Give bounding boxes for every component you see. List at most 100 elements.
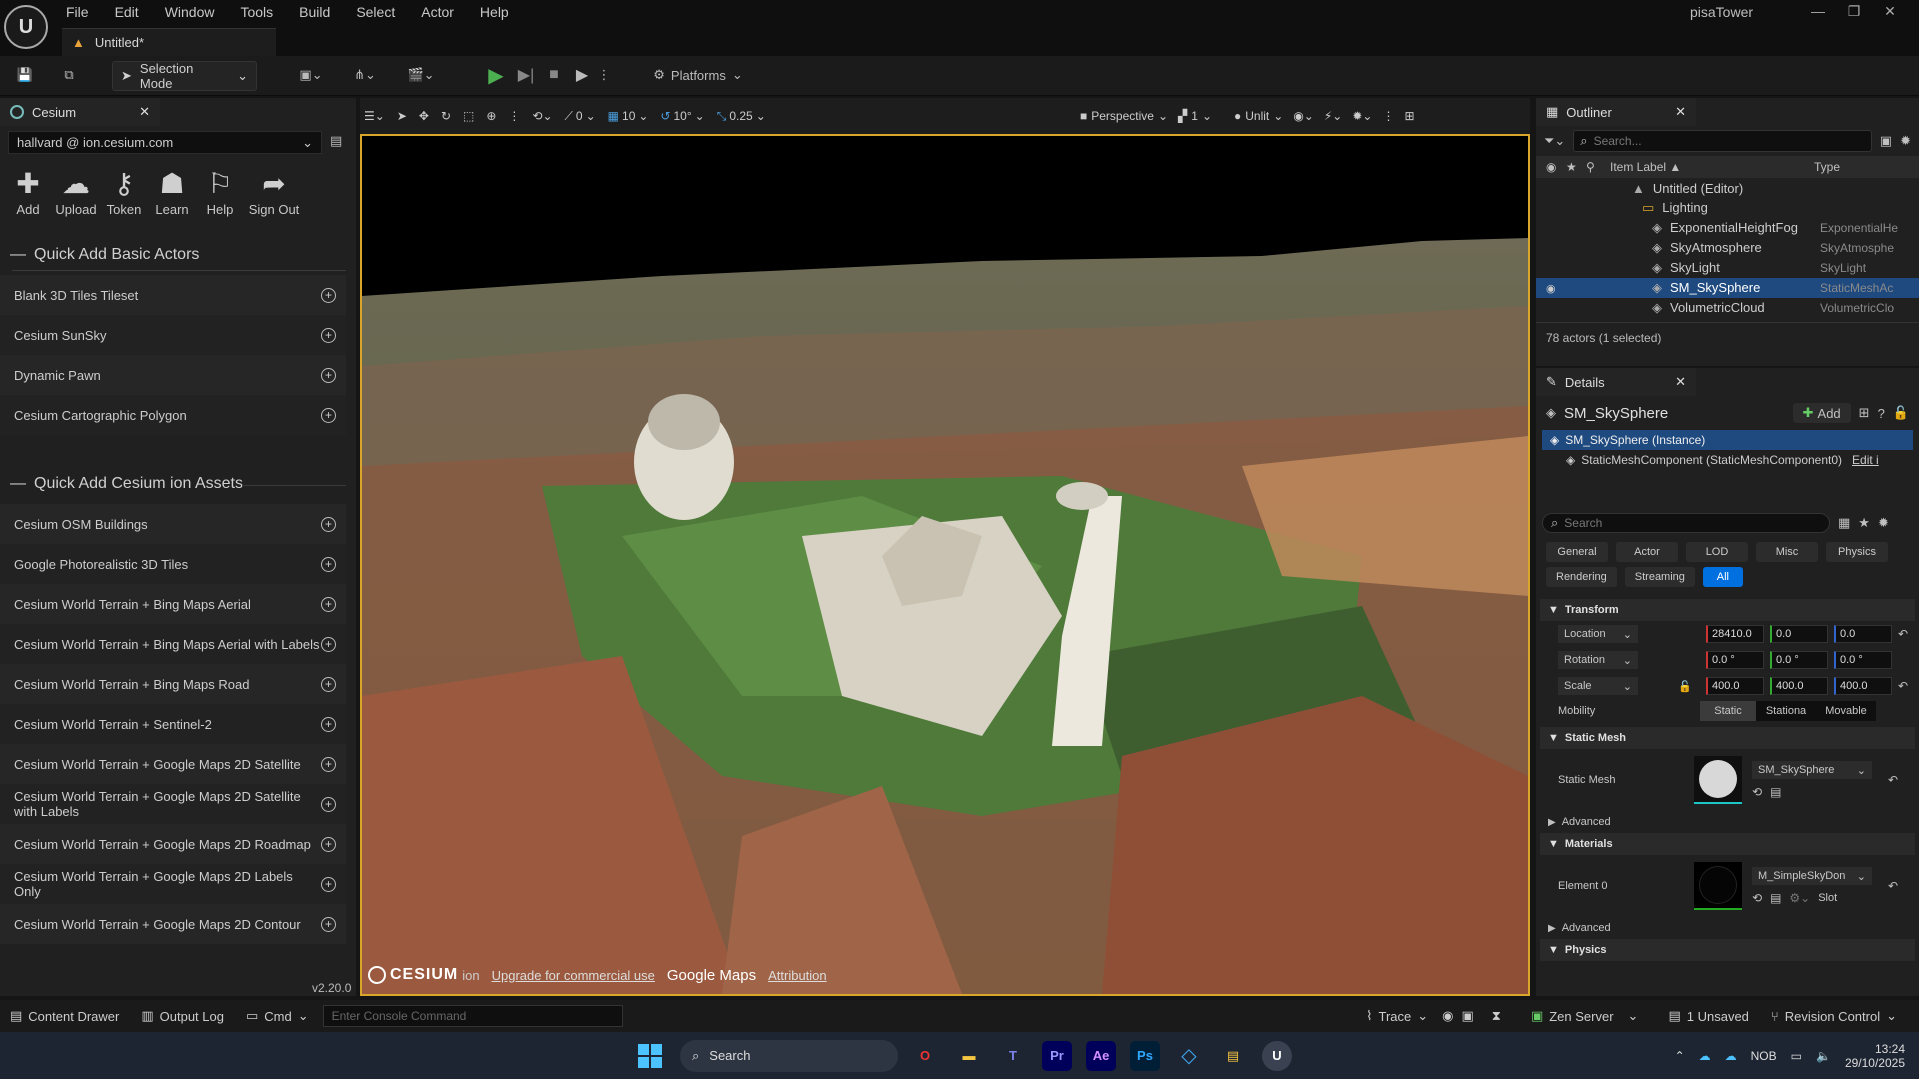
type-header[interactable]: Type bbox=[1814, 160, 1840, 174]
filter-general[interactable]: General bbox=[1546, 542, 1608, 562]
unreal-taskbar-icon[interactable]: U bbox=[1262, 1040, 1292, 1071]
use-selected-icon[interactable]: ⟲ bbox=[1752, 891, 1762, 905]
outliner-row[interactable]: ◈ ExponentialHeightFog ExponentialHe bbox=[1536, 218, 1919, 238]
location-x-field[interactable]: 28410.0 bbox=[1706, 625, 1764, 643]
quick-add-ion-item[interactable]: Cesium World Terrain + Google Maps 2D Sa… bbox=[0, 744, 346, 784]
scale-dropdown[interactable]: Scale ⌄ bbox=[1558, 677, 1638, 695]
add-circle-icon[interactable]: + bbox=[321, 676, 336, 692]
opera-icon[interactable]: O bbox=[910, 1041, 940, 1071]
attribution-link[interactable]: Attribution bbox=[768, 968, 827, 983]
quick-add-basic-item[interactable]: Cesium Cartographic Polygon + bbox=[0, 395, 346, 435]
visibility-icon[interactable]: ◉ bbox=[1546, 160, 1566, 174]
add-button[interactable]: ✚ Add bbox=[4, 166, 52, 217]
clock[interactable]: 13:24 29/10/2025 bbox=[1845, 1042, 1905, 1070]
rotation-y-field[interactable]: 0.0 ° bbox=[1770, 651, 1828, 669]
zen-server-dropdown[interactable]: ▣ Zen Server ⌄ bbox=[1531, 1008, 1639, 1024]
network-icon[interactable]: ▭ bbox=[1791, 1049, 1802, 1063]
advanced-row-2[interactable]: ▶ Advanced bbox=[1540, 917, 1919, 939]
quick-add-ion-item[interactable]: Cesium World Terrain + Sentinel-2 + bbox=[0, 704, 346, 744]
favorite-icon[interactable]: ★ bbox=[1566, 160, 1586, 174]
cinematics-icon[interactable]: 🎬⌄ bbox=[402, 61, 440, 89]
blueprints-icon[interactable]: ⋔⌄ bbox=[346, 61, 384, 89]
add-circle-icon[interactable]: + bbox=[321, 876, 336, 892]
folder-icon[interactable]: ▤ bbox=[330, 133, 342, 149]
notepad-icon[interactable]: ▤ bbox=[1218, 1041, 1248, 1071]
show-flags-icon[interactable]: ◉⌄ bbox=[1293, 109, 1314, 123]
viewport-options-icon[interactable]: ⋮ bbox=[1382, 109, 1394, 123]
token-button[interactable]: ⚷ Token bbox=[100, 166, 148, 217]
physics-header[interactable]: ▼ Physics bbox=[1540, 939, 1915, 961]
filter-misc[interactable]: Misc bbox=[1756, 542, 1818, 562]
platforms-dropdown[interactable]: ⚙ Platforms ⌄ bbox=[648, 61, 748, 89]
content-drawer-button[interactable]: ▤ Content Drawer bbox=[10, 1008, 119, 1024]
settings-icon[interactable]: ✹ bbox=[1900, 133, 1911, 149]
material-thumbnail[interactable] bbox=[1694, 862, 1742, 910]
reset-icon[interactable]: ↶ bbox=[1888, 773, 1898, 787]
cmd-dropdown[interactable]: ▭ Cmd ⌄ bbox=[246, 1008, 309, 1024]
onedrive-icon[interactable]: ☁ bbox=[1699, 1049, 1711, 1063]
level-viewport[interactable]: CESIUM ion Upgrade for commercial use Go… bbox=[360, 134, 1530, 996]
browse-asset-icon[interactable]: ▤ bbox=[1770, 891, 1781, 905]
quick-add-ion-item[interactable]: Cesium OSM Buildings + bbox=[0, 504, 346, 544]
close-tab-icon[interactable]: ✕ bbox=[139, 104, 150, 120]
scale-z-field[interactable]: 400.0 bbox=[1834, 677, 1892, 695]
filter-streaming[interactable]: Streaming bbox=[1624, 567, 1695, 587]
rotate-tool-icon[interactable]: ↻ bbox=[441, 109, 451, 123]
quick-add-ion-item[interactable]: Cesium World Terrain + Google Maps 2D Ro… bbox=[0, 824, 346, 864]
language-indicator[interactable]: NOB bbox=[1751, 1049, 1777, 1063]
hourglass-icon[interactable]: ⧗ bbox=[1492, 1008, 1501, 1024]
revision-control-dropdown[interactable]: ⑂ Revision Control ⌄ bbox=[1771, 1008, 1897, 1024]
settings-icon[interactable]: ✹⌄ bbox=[1352, 109, 1372, 123]
outliner-row[interactable]: ◈ SkyLight SkyLight bbox=[1536, 258, 1919, 278]
quick-add-basic-item[interactable]: Dynamic Pawn + bbox=[0, 355, 346, 395]
layout-icon[interactable]: ⊞ bbox=[1404, 109, 1414, 123]
quick-add-ion-header[interactable]: — Quick Add Cesium ion Assets bbox=[10, 475, 243, 493]
add-component-button[interactable]: ✚ Add bbox=[1792, 403, 1851, 423]
browse-icon[interactable]: ⧉ bbox=[56, 61, 82, 89]
mobility-static[interactable]: Static bbox=[1700, 701, 1756, 721]
add-circle-icon[interactable]: + bbox=[321, 796, 336, 812]
viewport-menu-icon[interactable]: ☰⌄ bbox=[364, 109, 385, 123]
mesh-thumbnail[interactable] bbox=[1694, 756, 1742, 804]
use-selected-icon[interactable]: ⟲ bbox=[1752, 785, 1762, 799]
details-tab[interactable]: ✎ Details ✕ bbox=[1536, 368, 1696, 396]
select-tool-icon[interactable]: ➤ bbox=[397, 109, 407, 123]
filter-physics[interactable]: Physics bbox=[1826, 542, 1888, 562]
output-log-button[interactable]: ▥ Output Log bbox=[141, 1008, 224, 1024]
materials-header[interactable]: ▼ Materials bbox=[1540, 833, 1915, 855]
quick-add-ion-item[interactable]: Google Photorealistic 3D Tiles + bbox=[0, 544, 346, 584]
add-circle-icon[interactable]: + bbox=[321, 836, 336, 852]
mobility-stationary[interactable]: Stationa bbox=[1756, 701, 1816, 721]
reset-icon[interactable]: ↶ bbox=[1898, 627, 1908, 641]
play-icon[interactable]: ▶ bbox=[484, 61, 508, 89]
file-explorer-icon[interactable]: ▬ bbox=[954, 1041, 984, 1071]
add-circle-icon[interactable]: + bbox=[321, 287, 336, 303]
cesium-credit[interactable]: CESIUM ion bbox=[368, 966, 480, 984]
screenshot-icon[interactable]: ▣ bbox=[1462, 1008, 1474, 1024]
save-icon[interactable]: 💾 bbox=[12, 61, 38, 89]
advanced-row-1[interactable]: ▶ Advanced bbox=[1540, 811, 1919, 833]
location-y-field[interactable]: 0.0 bbox=[1770, 625, 1828, 643]
details-search-input[interactable]: ⌕ Search bbox=[1542, 513, 1830, 533]
lit-mode-dropdown[interactable]: ● Unlit ⌄ bbox=[1234, 109, 1283, 123]
static-mesh-header[interactable]: ▼ Static Mesh bbox=[1540, 727, 1915, 749]
scale-x-field[interactable]: 400.0 bbox=[1706, 677, 1764, 695]
menu-tools[interactable]: Tools bbox=[240, 4, 273, 20]
step-icon[interactable]: ▶| bbox=[514, 61, 538, 89]
location-z-field[interactable]: 0.0 bbox=[1834, 625, 1892, 643]
favorite-icon[interactable]: ★ bbox=[1858, 515, 1870, 531]
unsaved-button[interactable]: ▤ 1 Unsaved bbox=[1668, 1008, 1748, 1024]
item-label-header[interactable]: Item Label ▲ bbox=[1610, 160, 1814, 174]
menu-file[interactable]: File bbox=[66, 4, 89, 20]
scale-y-field[interactable]: 400.0 bbox=[1770, 677, 1828, 695]
component-row[interactable]: ◈ StaticMeshComponent (StaticMeshCompone… bbox=[1536, 450, 1919, 470]
add-circle-icon[interactable]: + bbox=[321, 407, 336, 423]
after-effects-icon[interactable]: Ae bbox=[1086, 1040, 1116, 1071]
more-tools-icon[interactable]: ⋮ bbox=[508, 109, 520, 123]
sign-out-button[interactable]: ➦ Sign Out bbox=[244, 166, 304, 217]
menu-window[interactable]: Window bbox=[165, 4, 215, 20]
quick-add-ion-item[interactable]: Cesium World Terrain + Bing Maps Road + bbox=[0, 664, 346, 704]
mobility-movable[interactable]: Movable bbox=[1816, 701, 1876, 721]
quick-add-ion-item[interactable]: Cesium World Terrain + Google Maps 2D Sa… bbox=[0, 784, 346, 824]
menu-edit[interactable]: Edit bbox=[115, 4, 139, 20]
